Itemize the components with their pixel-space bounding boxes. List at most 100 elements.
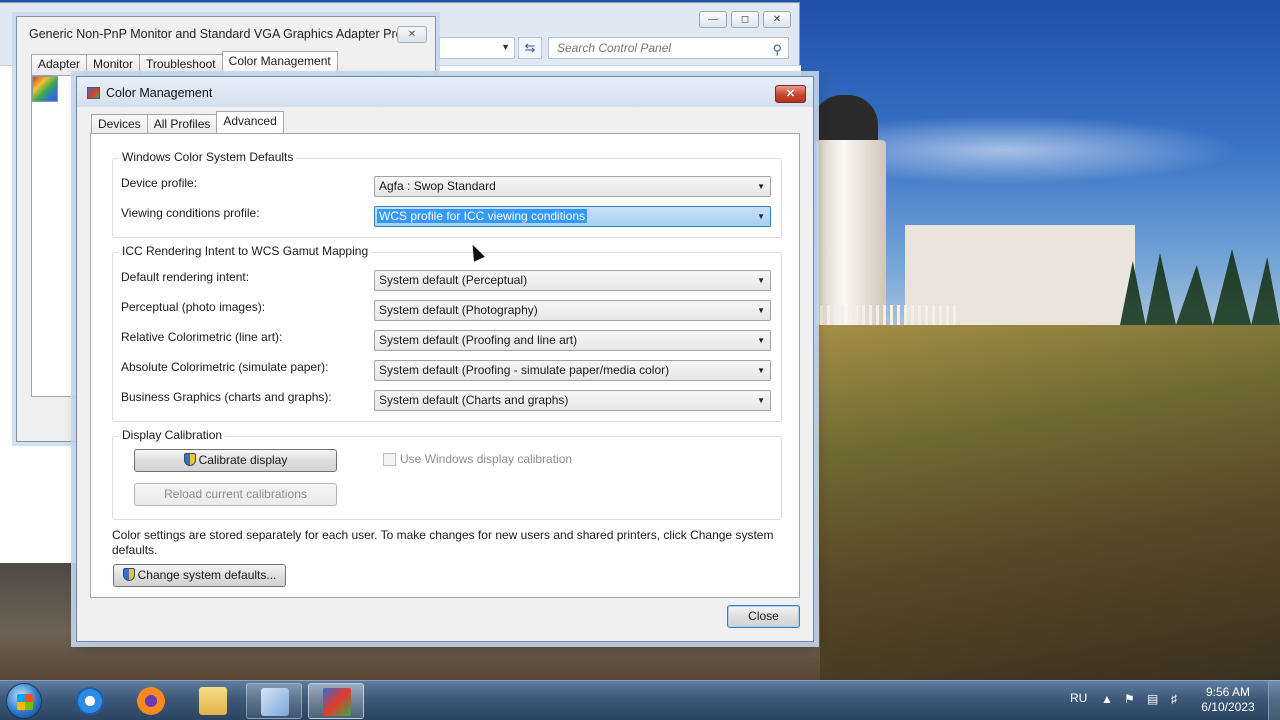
taskbar-color-management[interactable] — [308, 683, 364, 719]
business-graphics-select[interactable]: System default (Charts and graphs) ▼ — [374, 390, 771, 411]
wallpaper-fence — [820, 305, 960, 327]
action-center-icon[interactable]: ⚑ — [1124, 692, 1135, 706]
selected-value: System default (Perceptual) — [379, 273, 528, 287]
wallpaper-lighthouse — [816, 140, 886, 330]
uac-shield-icon — [122, 568, 135, 581]
chevron-down-icon: ▼ — [757, 306, 765, 315]
perceptual-label: Perceptual (photo images): — [121, 300, 266, 314]
close-button[interactable]: ✕ — [763, 11, 791, 28]
wallpaper-clouds — [820, 110, 1280, 190]
selected-value: System default (Proofing and line art) — [379, 333, 578, 347]
taskbar — [0, 680, 1280, 720]
clock-date: 6/10/2023 — [1201, 700, 1255, 714]
tab-strip: Adapter Monitor Troubleshoot Color Manag… — [31, 51, 338, 76]
info-text: Color settings are stored separately for… — [112, 528, 774, 557]
taskbar-firefox[interactable] — [123, 683, 179, 719]
network-icon[interactable]: ▤ — [1147, 692, 1158, 706]
address-bar-dropdown[interactable]: ▼ — [439, 37, 515, 59]
close-dialog-button[interactable]: Close — [727, 605, 800, 628]
taskbar-control-panel[interactable] — [246, 683, 302, 719]
search-input[interactable]: Search Control Panel ⚲ — [548, 37, 789, 59]
volume-muted-icon[interactable]: ♯ — [1171, 692, 1177, 706]
advanced-tab-panel: Windows Color System Defaults Device pro… — [90, 133, 800, 598]
device-profile-label: Device profile: — [121, 176, 198, 190]
tab-color-management[interactable]: Color Management — [221, 51, 338, 73]
maximize-button[interactable]: ◻ — [731, 11, 759, 28]
button-label: Calibrate display — [198, 453, 288, 467]
tab-adapter[interactable]: Adapter — [31, 54, 88, 76]
selected-value: WCS profile for ICC viewing conditions — [377, 209, 588, 223]
refresh-icon: ⇆ — [524, 40, 536, 55]
clock[interactable]: 9:56 AM 6/10/2023 — [1196, 685, 1260, 715]
chevron-down-icon: ▼ — [757, 182, 765, 191]
default-rendering-intent-select[interactable]: System default (Perceptual) ▼ — [374, 270, 771, 291]
device-profile-select[interactable]: Agfa : Swop Standard ▼ — [374, 176, 771, 197]
use-windows-calibration-checkbox[interactable] — [383, 453, 396, 466]
button-label: Change system defaults... — [137, 568, 277, 582]
button-label: Close — [748, 609, 779, 623]
internet-explorer-icon — [76, 687, 104, 715]
search-icon[interactable]: ⚲ — [772, 40, 782, 60]
close-button[interactable]: ✕ — [775, 85, 806, 103]
search-placeholder: Search Control Panel — [557, 41, 672, 55]
chevron-down-icon: ▼ — [757, 212, 765, 221]
business-graphics-label: Business Graphics (charts and graphs): — [121, 390, 332, 404]
group-heading: Display Calibration — [119, 428, 226, 442]
selected-value: System default (Charts and graphs) — [379, 393, 569, 407]
viewing-conditions-label: Viewing conditions profile: — [121, 206, 260, 220]
refresh-button[interactable]: ⇆ — [518, 37, 542, 59]
tab-troubleshoot[interactable]: Troubleshoot — [139, 54, 223, 76]
taskbar-file-explorer[interactable] — [185, 683, 241, 719]
display-calibration-group: Display Calibration Calibrate display Us… — [112, 428, 782, 520]
language-indicator[interactable]: RU — [1070, 691, 1087, 705]
start-button[interactable] — [6, 683, 42, 719]
chevron-down-icon: ▼ — [757, 336, 765, 345]
window-title: Color Management — [106, 86, 213, 100]
window-title: Generic Non-PnP Monitor and Standard VGA… — [29, 27, 414, 41]
show-desktop-button[interactable] — [1268, 680, 1280, 720]
color-management-icon — [323, 688, 351, 716]
wallpaper-lighthouse-lantern — [812, 95, 878, 145]
chevron-down-icon: ▼ — [757, 366, 765, 375]
folder-icon — [199, 687, 227, 715]
wcs-defaults-group: Windows Color System Defaults Device pro… — [112, 150, 782, 238]
close-button[interactable]: ✕ — [397, 26, 427, 43]
color-management-dialog: Color Management ✕ Devices All Profiles … — [76, 76, 814, 642]
group-heading: ICC Rendering Intent to WCS Gamut Mappin… — [119, 244, 372, 258]
taskbar-internet-explorer[interactable] — [62, 683, 118, 719]
button-label: Reload current calibrations — [164, 487, 307, 501]
change-system-defaults-button[interactable]: Change system defaults... — [113, 564, 286, 587]
window-controls: — ◻ ✕ — [699, 11, 791, 28]
show-hidden-icons-icon[interactable]: ▲ — [1101, 692, 1113, 706]
firefox-icon — [137, 687, 165, 715]
wallpaper-field — [816, 325, 1280, 680]
absolute-colorimetric-label: Absolute Colorimetric (simulate paper): — [121, 360, 329, 374]
selected-value: System default (Proofing - simulate pape… — [379, 363, 670, 377]
clock-time: 9:56 AM — [1205, 685, 1251, 699]
relative-colorimetric-label: Relative Colorimetric (line art): — [121, 330, 283, 344]
perceptual-select[interactable]: System default (Photography) ▼ — [374, 300, 771, 321]
default-rendering-intent-label: Default rendering intent: — [121, 270, 250, 284]
minimize-button[interactable]: — — [699, 11, 727, 28]
chevron-down-icon: ▼ — [757, 396, 765, 405]
windows-logo-icon — [17, 694, 33, 710]
tab-advanced[interactable]: Advanced — [216, 111, 284, 133]
uac-shield-icon — [183, 453, 196, 466]
color-management-icon — [87, 87, 100, 99]
absolute-colorimetric-select[interactable]: System default (Proofing - simulate pape… — [374, 360, 771, 381]
relative-colorimetric-select[interactable]: System default (Proofing and line art) ▼ — [374, 330, 771, 351]
tab-monitor[interactable]: Monitor — [86, 54, 141, 76]
chevron-down-icon: ▼ — [501, 42, 510, 52]
icc-mapping-group: ICC Rendering Intent to WCS Gamut Mappin… — [112, 244, 782, 422]
group-heading: Windows Color System Defaults — [119, 150, 297, 164]
viewing-conditions-select[interactable]: WCS profile for ICC viewing conditions ▼ — [374, 206, 771, 227]
chevron-down-icon: ▼ — [757, 276, 765, 285]
use-windows-calibration-label: Use Windows display calibration — [400, 452, 573, 466]
wallpaper-trees — [1120, 249, 1280, 325]
selected-value: System default (Photography) — [379, 303, 538, 317]
reload-calibrations-button[interactable]: Reload current calibrations — [134, 483, 337, 506]
selected-value: Agfa : Swop Standard — [379, 179, 496, 193]
calibrate-display-button[interactable]: Calibrate display — [134, 449, 337, 472]
control-panel-icon — [261, 688, 289, 716]
color-management-icon — [32, 76, 58, 102]
